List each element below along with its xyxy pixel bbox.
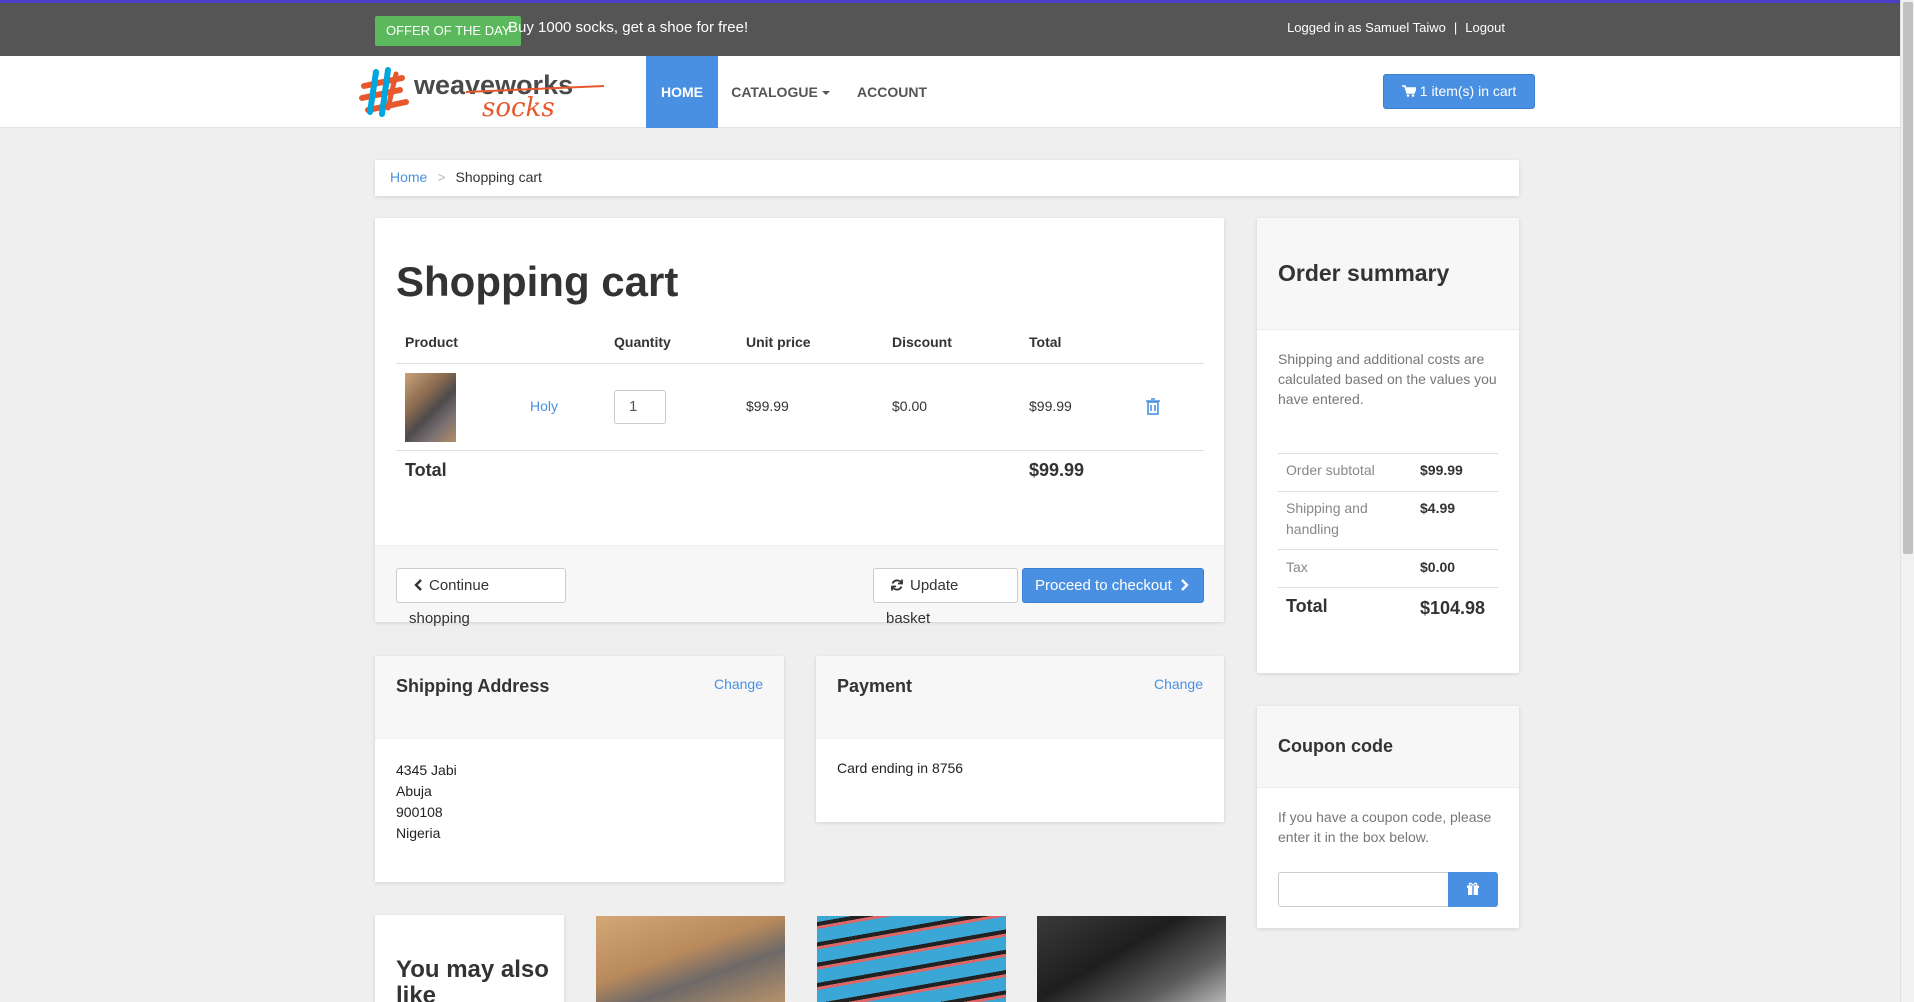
recommended-product-image[interactable] bbox=[817, 916, 1006, 1002]
gift-icon bbox=[1467, 882, 1479, 895]
col-unit-price: Unit price bbox=[746, 334, 811, 350]
breadcrumb-separator: > bbox=[437, 169, 446, 185]
discount: $0.00 bbox=[892, 398, 928, 414]
recommended-product-image[interactable] bbox=[596, 916, 785, 1002]
address-line: Nigeria bbox=[396, 825, 441, 841]
order-summary-panel: Order summary Shipping and additional co… bbox=[1257, 218, 1519, 673]
cart-button[interactable]: 1 item(s) in cart bbox=[1383, 74, 1535, 109]
coupon-panel: Coupon code If you have a coupon code, p… bbox=[1257, 706, 1519, 928]
summary-divider bbox=[1278, 453, 1498, 454]
cart-total-label: Total bbox=[405, 460, 447, 480]
login-area: Logged in as Samuel Taiwo | Logout bbox=[1287, 20, 1505, 35]
page-scrollbar[interactable] bbox=[1900, 0, 1914, 1002]
coupon-header: Coupon code bbox=[1257, 706, 1519, 788]
coupon-description: If you have a coupon code, please enter … bbox=[1278, 809, 1492, 845]
page-title: Shopping cart bbox=[396, 258, 679, 305]
logout-link[interactable]: Logout bbox=[1465, 20, 1505, 35]
trash-icon[interactable] bbox=[1145, 397, 1161, 415]
logged-in-text: Logged in as Samuel Taiwo bbox=[1287, 20, 1446, 35]
proceed-checkout-button[interactable]: Proceed to checkout bbox=[1022, 568, 1204, 603]
summary-total-value: $104.98 bbox=[1420, 598, 1486, 618]
header-divider bbox=[396, 363, 1204, 364]
payment-header: Payment Change bbox=[816, 656, 1224, 739]
offer-badge[interactable]: OFFER OF THE DAY bbox=[375, 16, 522, 46]
summary-subtotal-label: Order subtotal bbox=[1286, 462, 1375, 478]
breadcrumb-home[interactable]: Home bbox=[390, 169, 427, 185]
summary-shipping-value: $4.99 bbox=[1420, 500, 1456, 516]
row-total: $99.99 bbox=[1029, 398, 1072, 414]
product-thumbnail[interactable] bbox=[405, 373, 456, 442]
recommendations-title: You may also like bbox=[396, 956, 549, 1002]
summary-divider bbox=[1278, 587, 1498, 588]
shopping-cart-icon bbox=[1401, 85, 1417, 97]
nav-catalogue[interactable]: CATALOGUE bbox=[718, 56, 843, 128]
card-info: Card ending in 8756 bbox=[837, 760, 964, 776]
payment-panel: Payment Change Card ending in 8756 bbox=[816, 656, 1224, 822]
main-navbar: weaveworks socks HOME CATALOGUE ACCOUNT … bbox=[0, 56, 1900, 128]
address-line: 900108 bbox=[396, 804, 443, 820]
cart-total-value: $99.99 bbox=[1029, 460, 1085, 480]
col-quantity: Quantity bbox=[614, 334, 671, 350]
summary-subtotal-value: $99.99 bbox=[1420, 462, 1463, 478]
scrollbar-thumb[interactable] bbox=[1903, 2, 1913, 554]
change-shipping-link[interactable]: Change bbox=[714, 676, 763, 692]
login-separator: | bbox=[1453, 20, 1458, 35]
address-line: Abuja bbox=[396, 783, 432, 799]
change-payment-link[interactable]: Change bbox=[1154, 676, 1203, 692]
breadcrumb-current: Shopping cart bbox=[455, 169, 542, 185]
summary-description: Shipping and additional costs are calcul… bbox=[1278, 351, 1497, 407]
nav-catalogue-label: CATALOGUE bbox=[731, 84, 818, 100]
summary-tax-value: $0.00 bbox=[1420, 559, 1456, 575]
weaveworks-socks-logo[interactable]: weaveworks socks bbox=[358, 64, 608, 123]
shipping-header: Shipping Address Change bbox=[375, 656, 784, 739]
refresh-icon bbox=[891, 579, 903, 591]
shipping-title: Shipping Address bbox=[396, 676, 550, 696]
nav-home[interactable]: HOME bbox=[646, 56, 718, 128]
logo-sub-text: socks bbox=[482, 93, 555, 120]
address-line: 4345 Jabi bbox=[396, 762, 457, 778]
continue-shopping-button[interactable]: Continue shopping bbox=[396, 568, 566, 627]
shipping-address-panel: Shipping Address Change 4345 Jabi Abuja … bbox=[375, 656, 784, 882]
address-lines: 4345 Jabi Abuja 900108 Nigeria bbox=[396, 760, 457, 844]
top-bar: OFFER OF THE DAY Buy 1000 socks, get a s… bbox=[0, 0, 1900, 56]
cart-button-label: 1 item(s) in cart bbox=[1419, 83, 1517, 99]
quantity-input[interactable]: 1 bbox=[614, 390, 666, 424]
update-basket-button[interactable]: Update basket bbox=[873, 568, 1018, 627]
coupon-input[interactable] bbox=[1278, 872, 1449, 907]
chevron-left-icon bbox=[414, 579, 422, 591]
recommendations-panel: You may also like bbox=[375, 915, 564, 1002]
summary-shipping-label: Shipping and handling bbox=[1286, 500, 1368, 537]
summary-divider bbox=[1278, 491, 1498, 492]
summary-total-label: Total bbox=[1286, 596, 1328, 616]
coupon-title: Coupon code bbox=[1278, 736, 1393, 756]
breadcrumb: Home > Shopping cart bbox=[375, 160, 1519, 196]
col-product: Product bbox=[405, 334, 458, 350]
caret-down-icon bbox=[821, 91, 830, 96]
summary-title: Order summary bbox=[1278, 260, 1450, 286]
product-link[interactable]: Holy bbox=[530, 398, 558, 414]
summary-divider bbox=[1278, 549, 1498, 550]
summary-header: Order summary bbox=[1257, 218, 1519, 330]
col-discount: Discount bbox=[892, 334, 952, 350]
payment-title: Payment bbox=[837, 676, 913, 696]
summary-tax-label: Tax bbox=[1286, 559, 1308, 575]
cart-panel: Shopping cart Product Quantity Unit pric… bbox=[375, 218, 1224, 627]
logo-mark-icon bbox=[359, 67, 409, 117]
nav-account[interactable]: ACCOUNT bbox=[843, 56, 941, 128]
proceed-checkout-label: Proceed to checkout bbox=[1035, 577, 1172, 594]
row-divider bbox=[396, 450, 1204, 451]
apply-coupon-button[interactable] bbox=[1448, 872, 1498, 907]
recommended-product-image[interactable] bbox=[1037, 916, 1226, 1002]
chevron-right-icon bbox=[1180, 579, 1189, 591]
cart-footer: Continue shopping Update basket Proceed … bbox=[375, 545, 1224, 627]
offer-text: Buy 1000 socks, get a shoe for free! bbox=[508, 19, 749, 36]
col-total: Total bbox=[1029, 334, 1062, 350]
unit-price: $99.99 bbox=[746, 398, 789, 414]
